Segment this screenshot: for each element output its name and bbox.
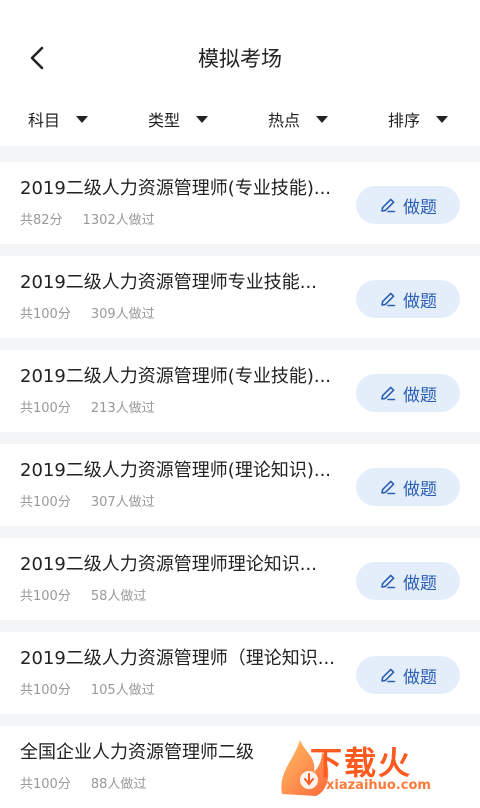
exam-score: 共100分 [20, 589, 71, 604]
caret-down-icon [196, 115, 209, 123]
exam-item[interactable]: 2019二级人力资源管理师(专业技能)... 共82分 1302人做过 做题 [0, 162, 480, 244]
exam-title: 2019二级人力资源管理师（理论知识... [20, 648, 335, 669]
do-exam-button[interactable]: 做题 [356, 656, 460, 694]
exam-meta: 共100分 88人做过 [20, 776, 146, 794]
do-exam-button[interactable]: 做题 [356, 280, 460, 318]
page-title: 模拟考场 [198, 47, 282, 71]
exam-count: 309人做过 [90, 307, 155, 322]
do-exam-button[interactable]: 做题 [356, 374, 460, 412]
filter-sort[interactable]: 排序 [388, 106, 449, 132]
exam-item[interactable]: 2019二级人力资源管理师理论知识... 共100分 58人做过 做题 [0, 538, 480, 620]
pencil-icon [381, 292, 396, 307]
app-header: 模拟考场 [0, 0, 480, 94]
filter-bar: 科目 类型 热点 排序 [0, 94, 480, 146]
do-exam-label: 做题 [403, 291, 437, 312]
filter-label: 热点 [268, 111, 301, 130]
exam-score: 共100分 [20, 683, 71, 698]
exam-count: 213人做过 [90, 401, 155, 416]
watermark-url: xiazaihuo.com [326, 778, 431, 793]
exam-meta: 共100分 58人做过 [20, 588, 146, 606]
do-exam-button[interactable]: 做题 [356, 468, 460, 506]
filter-label: 排序 [388, 111, 421, 130]
exam-count: 1302人做过 [82, 213, 155, 228]
exam-item[interactable]: 2019二级人力资源管理师(专业技能)... 共100分 213人做过 做题 [0, 350, 480, 432]
filter-subject[interactable]: 科目 [28, 106, 89, 132]
exam-count: 58人做过 [90, 589, 147, 604]
filter-label: 类型 [148, 111, 181, 130]
pencil-icon [381, 574, 396, 589]
exam-title: 2019二级人力资源管理师理论知识... [20, 554, 317, 575]
filter-hot[interactable]: 热点 [268, 106, 329, 132]
caret-down-icon [436, 115, 449, 123]
exam-title: 2019二级人力资源管理师(专业技能)... [20, 178, 332, 199]
do-exam-button[interactable]: 做题 [356, 186, 460, 224]
exam-meta: 共100分 307人做过 [20, 494, 155, 512]
pencil-icon [381, 386, 396, 401]
exam-title: 2019二级人力资源管理师专业技能... [20, 272, 317, 293]
exam-score: 共82分 [20, 213, 63, 228]
exam-meta: 共100分 105人做过 [20, 682, 155, 700]
exam-score: 共100分 [20, 777, 71, 792]
do-exam-label: 做题 [403, 479, 437, 500]
exam-count: 88人做过 [90, 777, 147, 792]
pencil-icon [381, 668, 396, 683]
exam-count: 307人做过 [90, 495, 155, 510]
exam-title: 2019二级人力资源管理师(专业技能)... [20, 366, 332, 387]
filter-type[interactable]: 类型 [148, 106, 209, 132]
exam-item[interactable]: 2019二级人力资源管理师(理论知识)... 共100分 307人做过 做题 [0, 444, 480, 526]
exam-item[interactable]: 2019二级人力资源管理师专业技能... 共100分 309人做过 做题 [0, 256, 480, 338]
do-exam-label: 做题 [403, 197, 437, 218]
exam-item[interactable]: 2019二级人力资源管理师（理论知识... 共100分 105人做过 做题 [0, 632, 480, 714]
exam-count: 105人做过 [90, 683, 155, 698]
exam-meta: 共100分 309人做过 [20, 306, 155, 324]
exam-score: 共100分 [20, 495, 71, 510]
exam-score: 共100分 [20, 401, 71, 416]
exam-meta: 共82分 1302人做过 [20, 212, 155, 230]
exam-title: 2019二级人力资源管理师(理论知识)... [20, 460, 332, 481]
do-exam-label: 做题 [403, 385, 437, 406]
exam-meta: 共100分 213人做过 [20, 400, 155, 418]
pencil-icon [381, 480, 396, 495]
exam-score: 共100分 [20, 307, 71, 322]
caret-down-icon [316, 115, 329, 123]
do-exam-button[interactable]: 做题 [356, 562, 460, 600]
pencil-icon [381, 198, 396, 213]
do-exam-label: 做题 [403, 573, 437, 594]
do-exam-label: 做题 [403, 667, 437, 688]
caret-down-icon [76, 115, 89, 123]
filter-label: 科目 [28, 111, 61, 130]
